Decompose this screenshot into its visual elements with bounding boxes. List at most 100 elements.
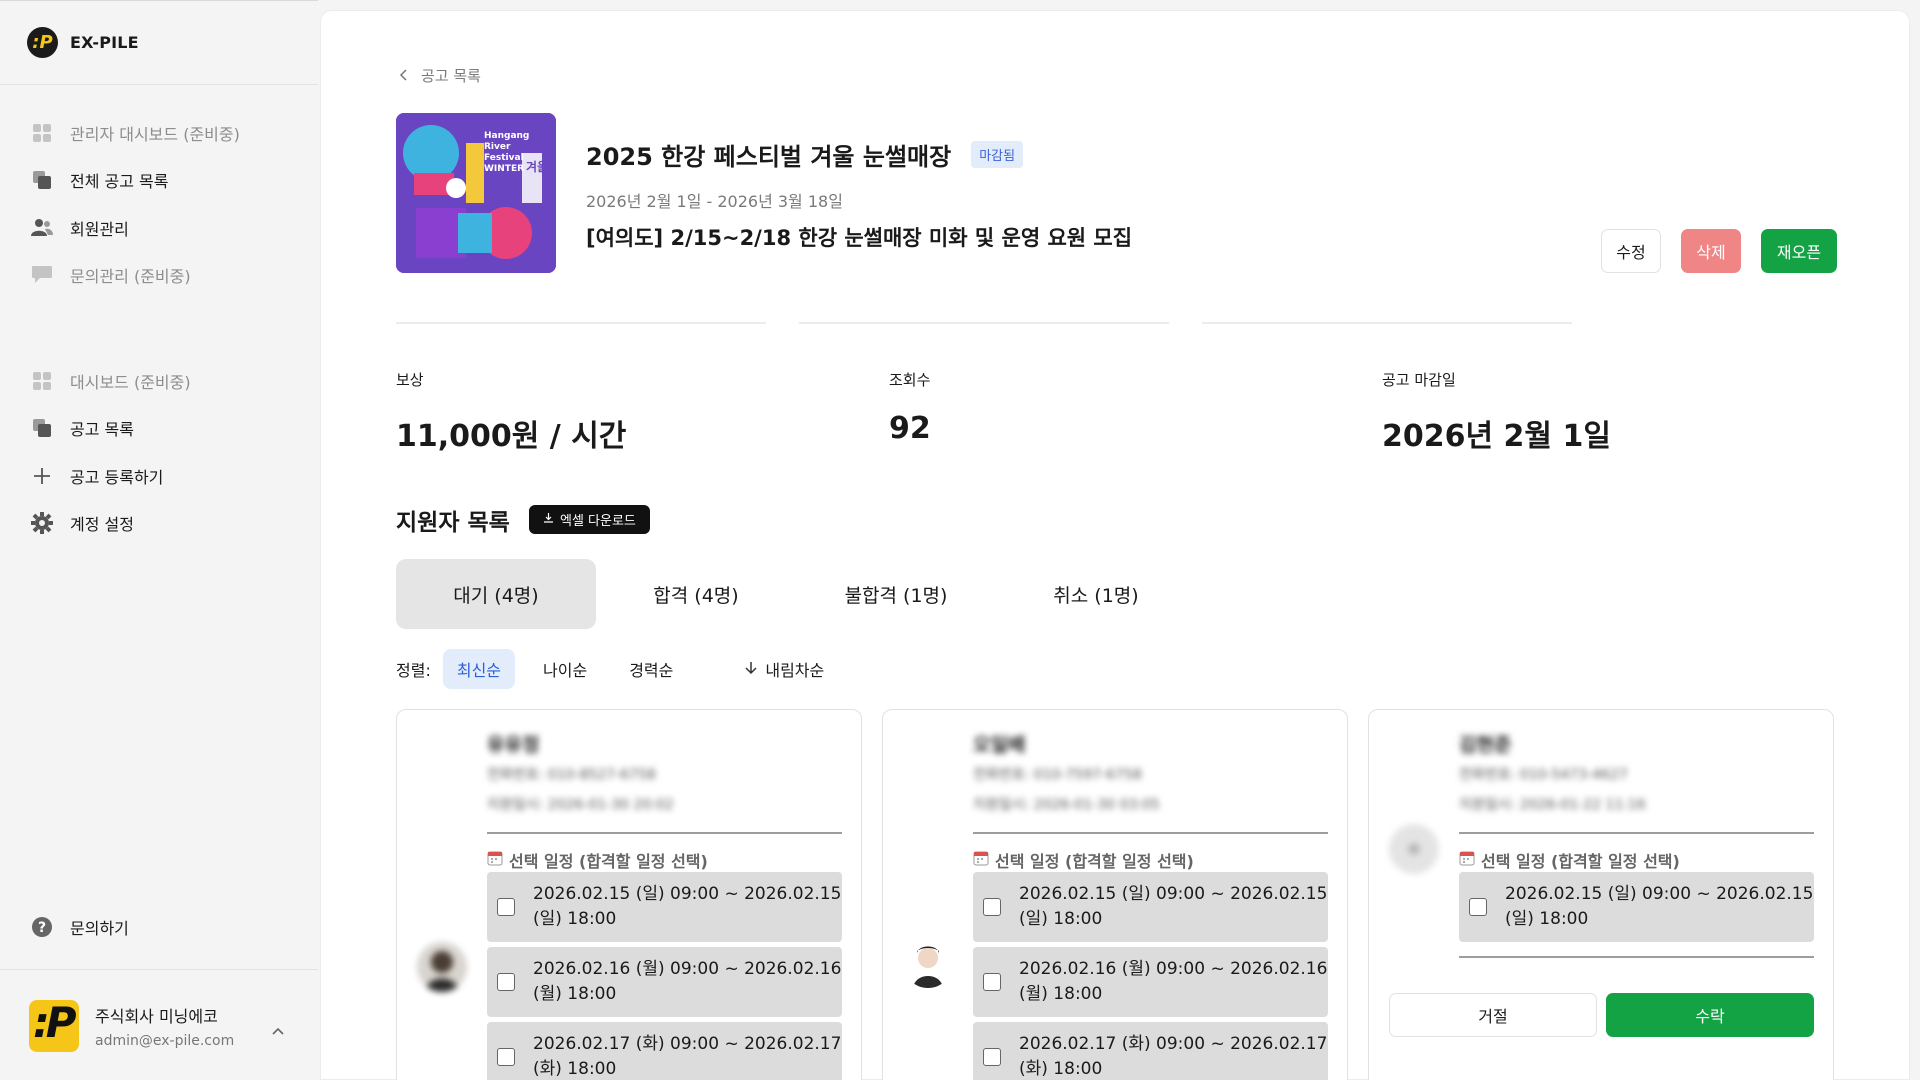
schedule-slot[interactable]: 2026.02.17 (화) 09:00 ~ 2026.02.17 (화) 18… xyxy=(487,1022,842,1080)
tab-waiting[interactable]: 대기 (4명) xyxy=(396,559,596,629)
copy-icon xyxy=(30,168,54,192)
stat-value-views: 92 xyxy=(889,411,931,446)
schedule-slot[interactable]: 2026.02.16 (월) 09:00 ~ 2026.02.16 (월) 18… xyxy=(973,947,1328,1017)
slot-text: 2026.02.17 (화) 09:00 ~ 2026.02.17 (화) 18… xyxy=(1019,1034,1328,1079)
status-tabs: 대기 (4명) 합격 (4명) 불합격 (1명) 취소 (1명) xyxy=(396,559,1196,629)
tab-passed[interactable]: 합격 (4명) xyxy=(596,559,796,629)
divider xyxy=(973,832,1328,834)
applicant-name: 오일배 xyxy=(973,734,1026,756)
slot-checkbox[interactable] xyxy=(983,1048,1001,1066)
slot-text: 2026.02.16 (월) 09:00 ~ 2026.02.16 (월) 18… xyxy=(1019,959,1328,1004)
sort-age[interactable]: 나이순 xyxy=(529,649,601,689)
schedule-slot[interactable]: 2026.02.15 (일) 09:00 ~ 2026.02.15 (일) 18… xyxy=(487,872,842,942)
sidebar-item-all-postings[interactable]: 전체 공고 목록 xyxy=(0,157,318,205)
brand-logo: :P xyxy=(27,27,58,58)
slot-text: 2026.02.15 (일) 09:00 ~ 2026.02.15 (일) 18… xyxy=(533,884,842,929)
chevron-up-icon[interactable] xyxy=(272,1020,284,1039)
sidebar-item-label: 문의하기 xyxy=(70,918,129,938)
schedule-slot[interactable]: 2026.02.17 (화) 09:00 ~ 2026.02.17 (화) 18… xyxy=(973,1022,1328,1080)
schedule-slot[interactable]: 2026.02.15 (일) 09:00 ~ 2026.02.15 (일) 18… xyxy=(973,872,1328,942)
tab-failed[interactable]: 불합격 (1명) xyxy=(796,559,996,629)
slot-checkbox[interactable] xyxy=(497,1048,515,1066)
stat-value-pay: 11,000원 / 시간 xyxy=(396,419,627,454)
reopen-button[interactable]: 재오픈 xyxy=(1761,229,1837,273)
slot-checkbox[interactable] xyxy=(497,973,515,991)
org-email: admin@ex-pile.com xyxy=(95,1032,235,1049)
calendar-icon xyxy=(1459,850,1475,870)
stat-label-pay: 보상 xyxy=(396,371,424,389)
org-logo: :P xyxy=(29,999,79,1052)
slot-checkbox[interactable] xyxy=(983,973,1001,991)
delete-button[interactable]: 삭제 xyxy=(1681,229,1741,273)
main-nav: 대시보드 (준비중) 공고 목록 공고 등록하기 계정 설정 xyxy=(0,333,318,547)
sort-order-label: 내림차순 xyxy=(765,661,825,680)
accept-button[interactable]: 수락 xyxy=(1606,993,1814,1037)
sidebar-item-help[interactable]: ? 문의하기 xyxy=(0,903,318,951)
sort-label: 정렬: xyxy=(396,661,431,680)
applicant-phone: 전화번호: 010-7597-6758 xyxy=(973,767,1142,783)
date-range: 2026년 2월 1일 - 2026년 3월 18일 xyxy=(586,192,843,211)
svg-text:Festival: Festival xyxy=(484,153,524,163)
users-icon xyxy=(30,216,54,240)
account-switcher[interactable]: :P 주식회사 미닝에코 admin@ex-pile.com xyxy=(0,969,318,1080)
schedule-heading-label: 선택 일정 (합격할 일정 선택) xyxy=(509,852,708,871)
stat-label-views: 조회수 xyxy=(889,371,931,389)
gear-icon xyxy=(30,511,54,535)
sidebar: :P EX-PILE 관리자 대시보드 (준비중) 전체 공고 목록 회원관리 xyxy=(0,0,318,1080)
sidebar-item-label: 관리자 대시보드 (준비중) xyxy=(70,124,240,144)
admin-nav: 관리자 대시보드 (준비중) 전체 공고 목록 회원관리 문의관리 (준비중) xyxy=(0,85,318,299)
divider xyxy=(487,832,842,834)
slot-checkbox[interactable] xyxy=(1469,898,1487,916)
sidebar-item-postings[interactable]: 공고 목록 xyxy=(0,405,318,453)
stat-label-deadline: 공고 마감일 xyxy=(1382,371,1456,389)
posting-subtitle: [여의도] 2/15~2/18 한강 눈썰매장 미화 및 운영 요원 모집 xyxy=(586,226,1133,250)
back-link[interactable]: 공고 목록 xyxy=(399,65,481,86)
schedule-slot[interactable]: 2026.02.15 (일) 09:00 ~ 2026.02.15 (일) 18… xyxy=(1459,872,1814,942)
svg-text:WINTER: WINTER xyxy=(484,164,524,174)
brand[interactable]: :P EX-PILE xyxy=(0,1,318,85)
tab-cancelled[interactable]: 취소 (1명) xyxy=(996,559,1196,629)
divider xyxy=(1202,322,1572,324)
sidebar-item-label: 문의관리 (준비중) xyxy=(70,267,191,287)
sort-experience[interactable]: 경력순 xyxy=(615,649,687,689)
schedule-slot[interactable]: 2026.02.16 (월) 09:00 ~ 2026.02.16 (월) 18… xyxy=(487,947,842,1017)
arrow-down-icon xyxy=(745,660,757,679)
excel-download-button[interactable]: 엑셀 다운로드 xyxy=(529,505,650,534)
applicant-applied-at: 지원일시: 2026-01-30 03:05 xyxy=(973,797,1160,813)
calendar-icon xyxy=(973,850,989,870)
brand-name: EX-PILE xyxy=(70,33,139,52)
sidebar-item-inquiries[interactable]: 문의관리 (준비중) xyxy=(0,252,318,300)
svg-text:?: ? xyxy=(38,920,46,936)
reject-button[interactable]: 거절 xyxy=(1389,993,1597,1037)
grid-icon xyxy=(30,121,54,145)
avatar xyxy=(417,942,467,992)
plus-icon xyxy=(30,464,54,488)
org-info: 주식회사 미닝에코 admin@ex-pile.com xyxy=(95,1003,234,1049)
svg-text:River: River xyxy=(484,142,511,152)
copy-icon xyxy=(30,416,54,440)
sidebar-item-admin-dashboard[interactable]: 관리자 대시보드 (준비중) xyxy=(0,109,318,157)
schedule-heading-label: 선택 일정 (합격할 일정 선택) xyxy=(995,852,1194,871)
title-row: 2025 한강 페스티벌 겨울 눈썰매장 마감됨 xyxy=(586,137,1024,172)
calendar-icon xyxy=(487,850,503,870)
sidebar-item-members[interactable]: 회원관리 xyxy=(0,204,318,252)
chat-icon xyxy=(30,263,54,287)
sidebar-item-new-posting[interactable]: 공고 등록하기 xyxy=(0,452,318,500)
slot-checkbox[interactable] xyxy=(497,898,515,916)
applicant-phone: 전화번호: 010-5473-4627 xyxy=(1459,767,1628,783)
chevron-left-icon xyxy=(399,67,407,85)
schedule-heading-label: 선택 일정 (합격할 일정 선택) xyxy=(1481,852,1680,871)
avatar xyxy=(903,938,953,988)
applicant-name: 유유정 xyxy=(487,734,540,756)
sidebar-item-dashboard[interactable]: 대시보드 (준비중) xyxy=(0,357,318,405)
sort-order-toggle[interactable]: 내림차순 xyxy=(745,657,824,681)
applicant-card: 김현준 전화번호: 010-5473-4627 지원일시: 2026-01-22… xyxy=(1368,709,1834,1080)
schedule-heading: 선택 일정 (합격할 일정 선택) xyxy=(487,848,708,872)
edit-button[interactable]: 수정 xyxy=(1601,229,1661,273)
applicant-phone: 전화번호: 010-8527-6758 xyxy=(487,767,656,783)
grid-icon xyxy=(30,369,54,393)
sidebar-item-label: 대시보드 (준비중) xyxy=(70,372,191,392)
slot-checkbox[interactable] xyxy=(983,898,1001,916)
sort-latest[interactable]: 최신순 xyxy=(442,649,516,689)
sidebar-item-account-settings[interactable]: 계정 설정 xyxy=(0,500,318,548)
